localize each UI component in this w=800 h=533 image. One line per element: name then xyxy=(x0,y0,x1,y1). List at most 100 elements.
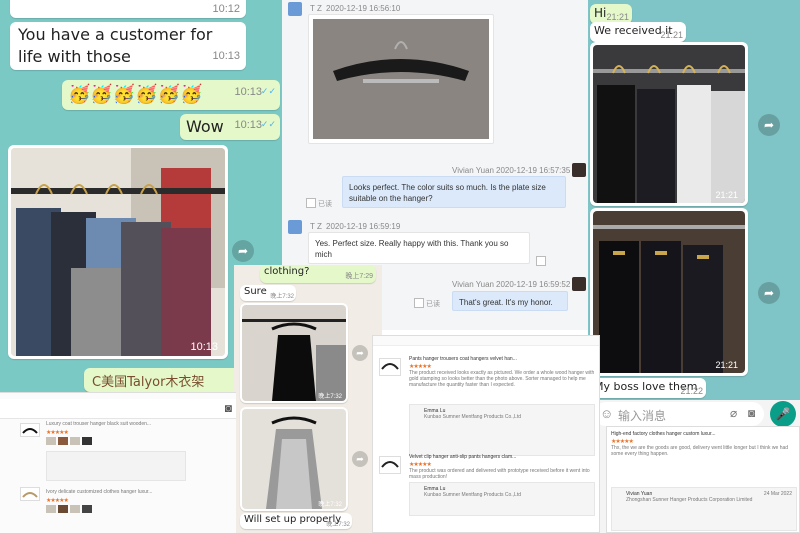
photo-time: 21:21 xyxy=(715,360,738,370)
read-status: 已读 xyxy=(318,201,332,208)
message-input[interactable]: ☺ 输入消息 ⌀ ◙ xyxy=(594,402,764,426)
review-photo[interactable] xyxy=(70,505,80,513)
review-photo[interactable] xyxy=(58,437,68,445)
photo-illustration xyxy=(11,148,225,356)
review-photo[interactable] xyxy=(46,437,56,445)
camera-icon[interactable]: ◙ xyxy=(748,406,755,420)
camera-icon[interactable]: ◙ xyxy=(225,401,232,415)
whatsapp-chat-right: Hi 21:21 We received it 21:21 21:21 ➦ 21… xyxy=(588,0,800,400)
message-clothing: clothing? 晚上7:29 xyxy=(260,265,376,283)
review-header-bar: ◙ xyxy=(0,399,236,419)
product-thumbnail[interactable] xyxy=(20,423,40,437)
reviews-left: ◙ Luxury coat trouser hanger black suit … xyxy=(0,392,236,533)
message-time: 2020-12-19 16:57:35 xyxy=(496,166,571,175)
read-check-icon: ✓✓ xyxy=(260,87,276,97)
rating-stars: ★★★★★ xyxy=(409,462,432,468)
mic-button[interactable]: 🎤 xyxy=(770,401,796,427)
photo-sequin-dress[interactable] xyxy=(242,409,346,509)
product-title[interactable]: Ivory delicate customized clothes hanger… xyxy=(46,489,226,495)
photo-hanger[interactable] xyxy=(313,19,489,139)
review-photo[interactable] xyxy=(70,437,80,445)
photo-suits-closeup[interactable] xyxy=(593,211,745,373)
review-photo[interactable] xyxy=(58,505,68,513)
message-bubble: That's great. It's my honor. xyxy=(452,291,568,311)
message-photo[interactable]: 10:13 xyxy=(8,145,228,359)
message-time: 晚上7:32 xyxy=(270,294,294,300)
reply-company: Kunbao Sumner Mentfang Products Co.,Ltd xyxy=(424,492,522,498)
message-photo[interactable]: 晚上7:32 xyxy=(240,303,348,403)
message-text: clothing? xyxy=(264,266,310,277)
checkbox[interactable] xyxy=(536,256,546,266)
emoji-icon[interactable]: ☺ xyxy=(600,406,613,421)
read-check-icon: ✓✓ xyxy=(260,120,276,130)
review-photo[interactable] xyxy=(46,505,56,513)
attach-icon[interactable]: ⌀ xyxy=(730,406,737,420)
photo-illustration xyxy=(313,19,489,139)
rating-stars: ★★★★★ xyxy=(409,364,432,370)
review-tabs xyxy=(373,336,599,346)
message-hi: Hi 21:21 xyxy=(590,4,632,24)
message-setup: Will set up properly 晚上7:32 xyxy=(240,513,352,529)
message-emoji-row: 🥳🥳🥳🥳🥳🥳 10:13 ✓✓ xyxy=(62,80,280,110)
reply-company: Zhongshan Sunner Hanger Products Corpora… xyxy=(626,497,753,503)
message-received: We received it 21:21 xyxy=(590,22,686,42)
photo-time: 晚上7:32 xyxy=(318,394,342,400)
hanger-icon xyxy=(22,492,38,498)
hanger-icon xyxy=(381,461,399,468)
product-title[interactable]: High-end factory clothes hanger custom l… xyxy=(611,431,797,437)
sender-avatar xyxy=(288,2,302,16)
reviews-center: Pants hanger trousers coat hangers velve… xyxy=(372,335,600,533)
sender-name: Vivian Yuan xyxy=(452,166,494,175)
photo-suits-rack[interactable] xyxy=(593,45,745,203)
whatsapp-chat-middle: clothing? 晚上7:29 Sure 晚上7:32 晚上7:32 ➦ 晚上… xyxy=(234,265,382,533)
checkbox[interactable] xyxy=(414,298,424,308)
product-thumbnail[interactable] xyxy=(379,358,401,376)
message-photo[interactable]: 21:21 xyxy=(590,42,748,206)
message-text: Looks perfect. The color suits so much. … xyxy=(349,183,546,203)
rating-stars: ★★★★★ xyxy=(611,439,634,445)
message-time: 2020-12-19 16:59:19 xyxy=(326,222,401,231)
reply-company: Kunbao Sumner Mentfang Products Co.,Ltd xyxy=(424,414,522,420)
review-text: Thx, the we are the goods are good, deli… xyxy=(611,445,789,457)
sender-name: Vivian Yuan xyxy=(452,280,494,289)
forward-icon[interactable]: ➦ xyxy=(758,282,780,304)
message-time: 21:22 xyxy=(680,386,703,396)
reply-date: 24 Mar 2022 xyxy=(763,491,792,497)
message-time: 10:12 xyxy=(212,3,240,15)
photo-illustration xyxy=(593,45,745,203)
review-photo[interactable] xyxy=(82,437,92,445)
message-customer-for-life: You have a customer for life with those … xyxy=(10,22,246,70)
message-wow: Wow 10:13 ✓✓ xyxy=(180,114,280,140)
photo-hangers-suits[interactable] xyxy=(11,148,225,356)
product-title[interactable]: Pants hanger trousers coat hangers velve… xyxy=(409,356,595,362)
checkbox[interactable] xyxy=(306,198,316,208)
emoji-row: 🥳🥳🥳🥳🥳🥳 xyxy=(68,84,203,105)
message-bubble: Looks perfect. The color suits so much. … xyxy=(342,176,566,208)
reviews-right: High-end factory clothes hanger custom l… xyxy=(606,426,800,533)
message-time: 21:21 xyxy=(660,30,683,40)
rating-stars: ★★★★★ xyxy=(46,430,69,436)
message-photo[interactable]: 21:21 xyxy=(590,208,748,376)
product-thumbnail[interactable] xyxy=(20,487,40,501)
message-bubble-top: 10:12 xyxy=(10,0,246,18)
review-photo[interactable] xyxy=(82,505,92,513)
sender-avatar xyxy=(288,220,302,234)
forward-icon[interactable]: ➦ xyxy=(758,114,780,136)
message-text: That's great. It's my honor. xyxy=(459,298,553,307)
message-time: 10:13 xyxy=(212,50,240,62)
photo-time: 晚上7:32 xyxy=(318,502,342,508)
product-title[interactable]: Luxury coat trouser hanger black suit wo… xyxy=(46,421,226,427)
photo-dress-hanger[interactable] xyxy=(242,305,346,401)
photo-illustration xyxy=(242,409,346,509)
product-thumbnail[interactable] xyxy=(379,456,401,474)
product-title[interactable]: Velvet clip hanger anti-slip pants hange… xyxy=(409,454,595,460)
photo-illustration xyxy=(593,211,745,373)
sender-avatar xyxy=(572,163,586,177)
message-photo[interactable] xyxy=(308,14,494,144)
forward-icon[interactable]: ➦ xyxy=(352,345,368,361)
review-text: The product received looks exactly as pi… xyxy=(409,370,595,388)
message-photo[interactable]: 晚上7:32 xyxy=(240,407,348,511)
forward-icon[interactable]: ➦ xyxy=(352,451,368,467)
forward-icon[interactable]: ➦ xyxy=(232,240,254,262)
message-sure: Sure 晚上7:32 xyxy=(240,285,296,301)
